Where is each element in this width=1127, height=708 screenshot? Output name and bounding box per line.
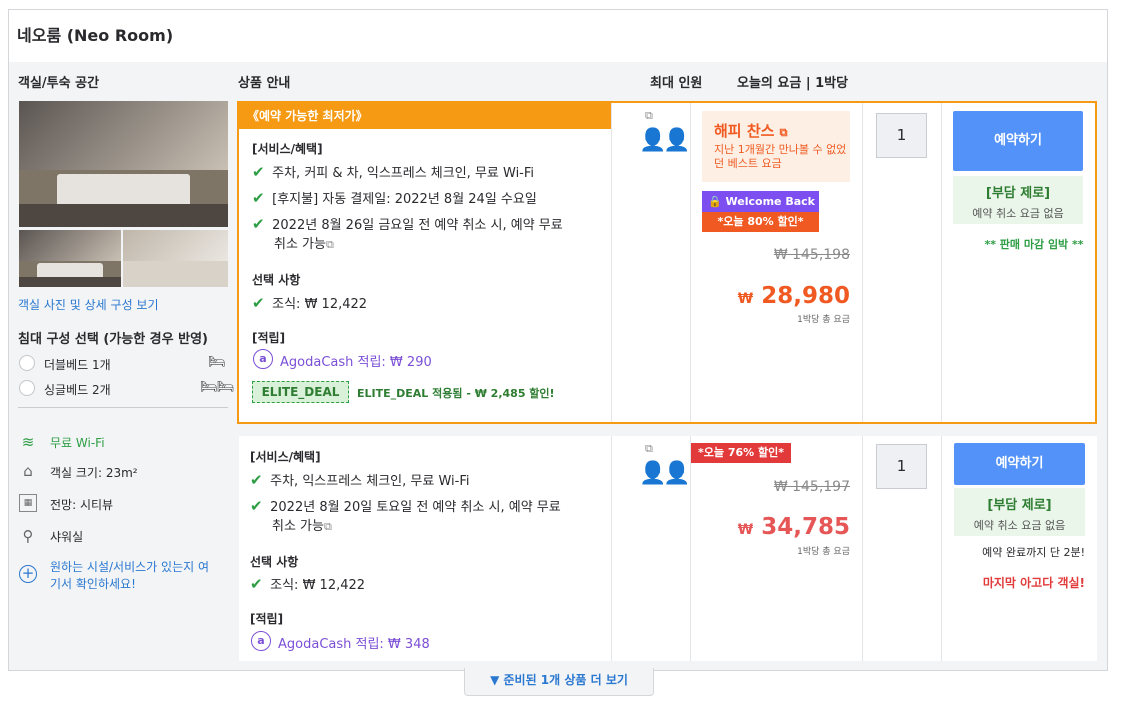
room-photo-link[interactable]: 객실 사진 및 상세 구성 보기 xyxy=(18,296,159,313)
feature-wifi: 무료 Wi-Fi xyxy=(50,436,105,450)
earn-title: [적립] xyxy=(252,331,286,345)
feature-view: 전망: 시티뷰 xyxy=(50,498,114,512)
free-cancel-box: [부담 제로] 예약 취소 요금 없음 xyxy=(954,488,1085,536)
col-divider xyxy=(611,103,612,422)
room-main-photo[interactable] xyxy=(19,101,228,227)
options-title: 선택 사항 xyxy=(250,555,299,569)
service-item: ✔ [후지불] 자동 결제일: 2022년 8월 24일 수요일 xyxy=(252,189,537,207)
bed-radio-single[interactable] xyxy=(19,380,35,396)
breakfast-option: ✔ 조식: ₩ 12,422 xyxy=(250,575,366,593)
service-item: ✔ 2022년 8월 20일 토요일 전 예약 취소 시, 예약 무료 xyxy=(250,497,561,515)
shower-icon: ⚲ xyxy=(22,527,34,545)
service-item-cont[interactable]: 취소 가능⧉ xyxy=(274,235,334,255)
feature-room-size: 객실 크기: 23m² xyxy=(50,466,138,480)
show-more-button[interactable]: ▼ 준비된 1개 상품 더 보기 xyxy=(464,668,654,696)
two-people-icon: 👤👤 xyxy=(639,461,691,486)
divider xyxy=(18,407,228,408)
service-item: ✔ 2022년 8월 26일 금요일 전 예약 취소 시, 예약 무료 xyxy=(252,215,563,233)
room-thumbnail-1[interactable] xyxy=(19,230,121,287)
per-night-label: 1박당 총 요금 xyxy=(797,315,850,325)
closing-soon-text: ** 판매 마감 임박 ** xyxy=(984,238,1084,251)
title-bar xyxy=(9,10,1107,62)
room-size-icon: ⌂ xyxy=(23,462,33,480)
col-divider xyxy=(690,103,691,422)
lock-icon: 🔒 xyxy=(708,195,722,208)
coupon-code-badge: ELITE_DEAL xyxy=(252,381,349,403)
bed-radio-double[interactable] xyxy=(19,355,35,371)
external-link-icon[interactable]: ⧉ xyxy=(645,442,653,456)
wifi-icon: ≋ xyxy=(21,433,35,451)
happy-chance-desc: 지난 1개월간 만나볼 수 없었 던 베스트 요금 xyxy=(714,143,847,170)
service-item-cont[interactable]: 취소 가능⧉ xyxy=(272,517,332,537)
services-title: [서비스/혜택] xyxy=(252,142,323,156)
service-item: ✔ 주차, 커피 & 차, 익스프레스 체크인, 무료 Wi-Fi xyxy=(252,163,535,181)
discount-badge: *오늘 76% 할인* xyxy=(691,443,791,463)
agoda-cash-earn: AgodaCash 적립: ₩ 290 xyxy=(280,355,432,370)
room-thumbnail-2[interactable] xyxy=(123,230,228,287)
double-bed-icon: 🛏 xyxy=(208,354,226,370)
bed-config-title: 침대 구성 선택 (가능한 경우 반영) xyxy=(18,332,208,347)
header-room: 객실/투숙 공간 xyxy=(18,76,100,91)
col-divider xyxy=(611,436,612,661)
feature-shower: 샤워실 xyxy=(50,530,84,544)
options-title: 선택 사항 xyxy=(252,273,301,287)
room-qty-select[interactable]: 1 xyxy=(876,444,927,489)
per-night-label: 1박당 총 요금 xyxy=(797,547,850,557)
happy-chance-title: 해피 찬스 ⧉ xyxy=(714,122,788,140)
ask-facilities-link[interactable]: 원하는 시설/서비스가 있는지 여 기서 확인하세요! xyxy=(50,559,209,593)
earn-title: [적립] xyxy=(250,612,284,626)
external-link-icon: ⧉ xyxy=(323,520,332,533)
header-max-occupancy: 최대 인원 xyxy=(650,76,703,91)
best-price-badge: 《예약 가능한 최저가》 xyxy=(239,103,611,129)
free-cancel-box: [부담 제로] 예약 취소 요금 없음 xyxy=(953,176,1083,224)
external-link-icon: ⧉ xyxy=(325,238,334,251)
col-divider xyxy=(941,436,942,661)
original-price: ₩ 145,197 xyxy=(773,479,850,495)
last-room-text: 마지막 아고다 객실! xyxy=(982,576,1085,590)
col-divider xyxy=(862,436,863,661)
bed-option-single: 싱글베드 2개 xyxy=(44,383,111,397)
remaining-time-text: 예약 완료까지 단 2분! xyxy=(982,546,1085,559)
header-product: 상품 안내 xyxy=(238,76,291,91)
current-price: ₩ 34,785 xyxy=(737,514,850,540)
room-qty-select[interactable]: 1 xyxy=(876,113,927,158)
bed-option-double: 더블베드 1개 xyxy=(44,358,111,372)
single-beds-icon: 🛏🛏 xyxy=(200,379,235,395)
agoda-cash-icon: a xyxy=(251,631,271,651)
current-price: ₩ 28,980 xyxy=(737,283,850,309)
hotel-title: 네오룸 (Neo Room) xyxy=(17,26,174,45)
service-item: ✔ 주차, 익스프레스 체크인, 무료 Wi-Fi xyxy=(250,471,470,489)
breakfast-option: ✔ 조식: ₩ 12,422 xyxy=(252,294,368,312)
book-button[interactable]: 예약하기 xyxy=(953,111,1083,171)
two-people-icon: 👤👤 xyxy=(639,128,691,153)
agoda-cash-earn: AgodaCash 적립: ₩ 348 xyxy=(278,637,430,652)
chevron-down-icon: ▼ xyxy=(490,673,500,687)
coupon-applied-text: ELITE_DEAL 적용됨 - ₩ 2,485 할인! xyxy=(357,387,555,400)
original-price: ₩ 145,198 xyxy=(773,247,850,263)
external-link-icon[interactable]: ⧉ xyxy=(645,109,653,123)
discount-badge: *오늘 80% 할인* xyxy=(702,212,819,232)
agoda-cash-icon: a xyxy=(253,349,273,369)
col-divider xyxy=(690,436,691,661)
welcome-back-badge: 🔒 Welcome Back xyxy=(702,191,819,212)
view-icon: ▦ xyxy=(19,494,37,512)
add-plus-icon[interactable]: + xyxy=(19,565,37,583)
header-price: 오늘의 요금 | 1박당 xyxy=(737,76,849,91)
col-divider xyxy=(862,103,863,422)
services-title: [서비스/혜택] xyxy=(250,450,321,464)
col-divider xyxy=(941,103,942,422)
book-button[interactable]: 예약하기 xyxy=(954,443,1085,485)
